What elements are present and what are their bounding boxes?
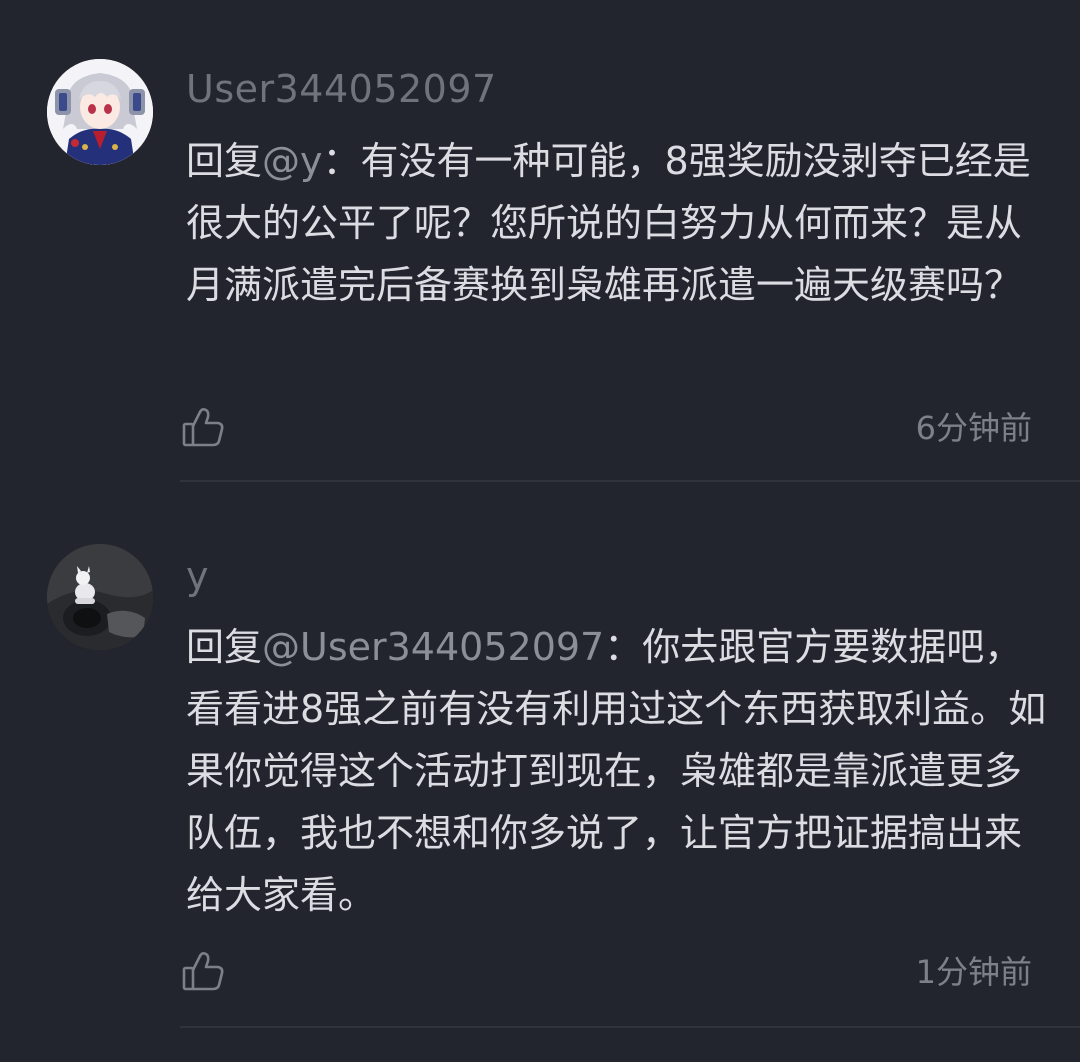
avatar-image xyxy=(47,544,153,650)
comment-username[interactable]: y xyxy=(186,554,209,598)
mention-link[interactable]: @User344052097 xyxy=(262,625,604,669)
reply-prefix: 回复 xyxy=(186,625,263,669)
comment-item: y 回复@User344052097：你去跟官方要数据吧，看看进8强之前有没有利… xyxy=(0,0,1080,1062)
mention-separator: ： xyxy=(604,625,643,669)
divider xyxy=(180,1026,1080,1028)
thumbs-up-icon xyxy=(182,952,224,991)
comment-time: 1分钟前 xyxy=(915,953,1032,991)
like-button[interactable] xyxy=(180,948,226,994)
user-avatar[interactable] xyxy=(47,544,153,650)
comment-text: 回复@User344052097：你去跟官方要数据吧，看看进8强之前有没有利用过… xyxy=(186,616,1048,926)
